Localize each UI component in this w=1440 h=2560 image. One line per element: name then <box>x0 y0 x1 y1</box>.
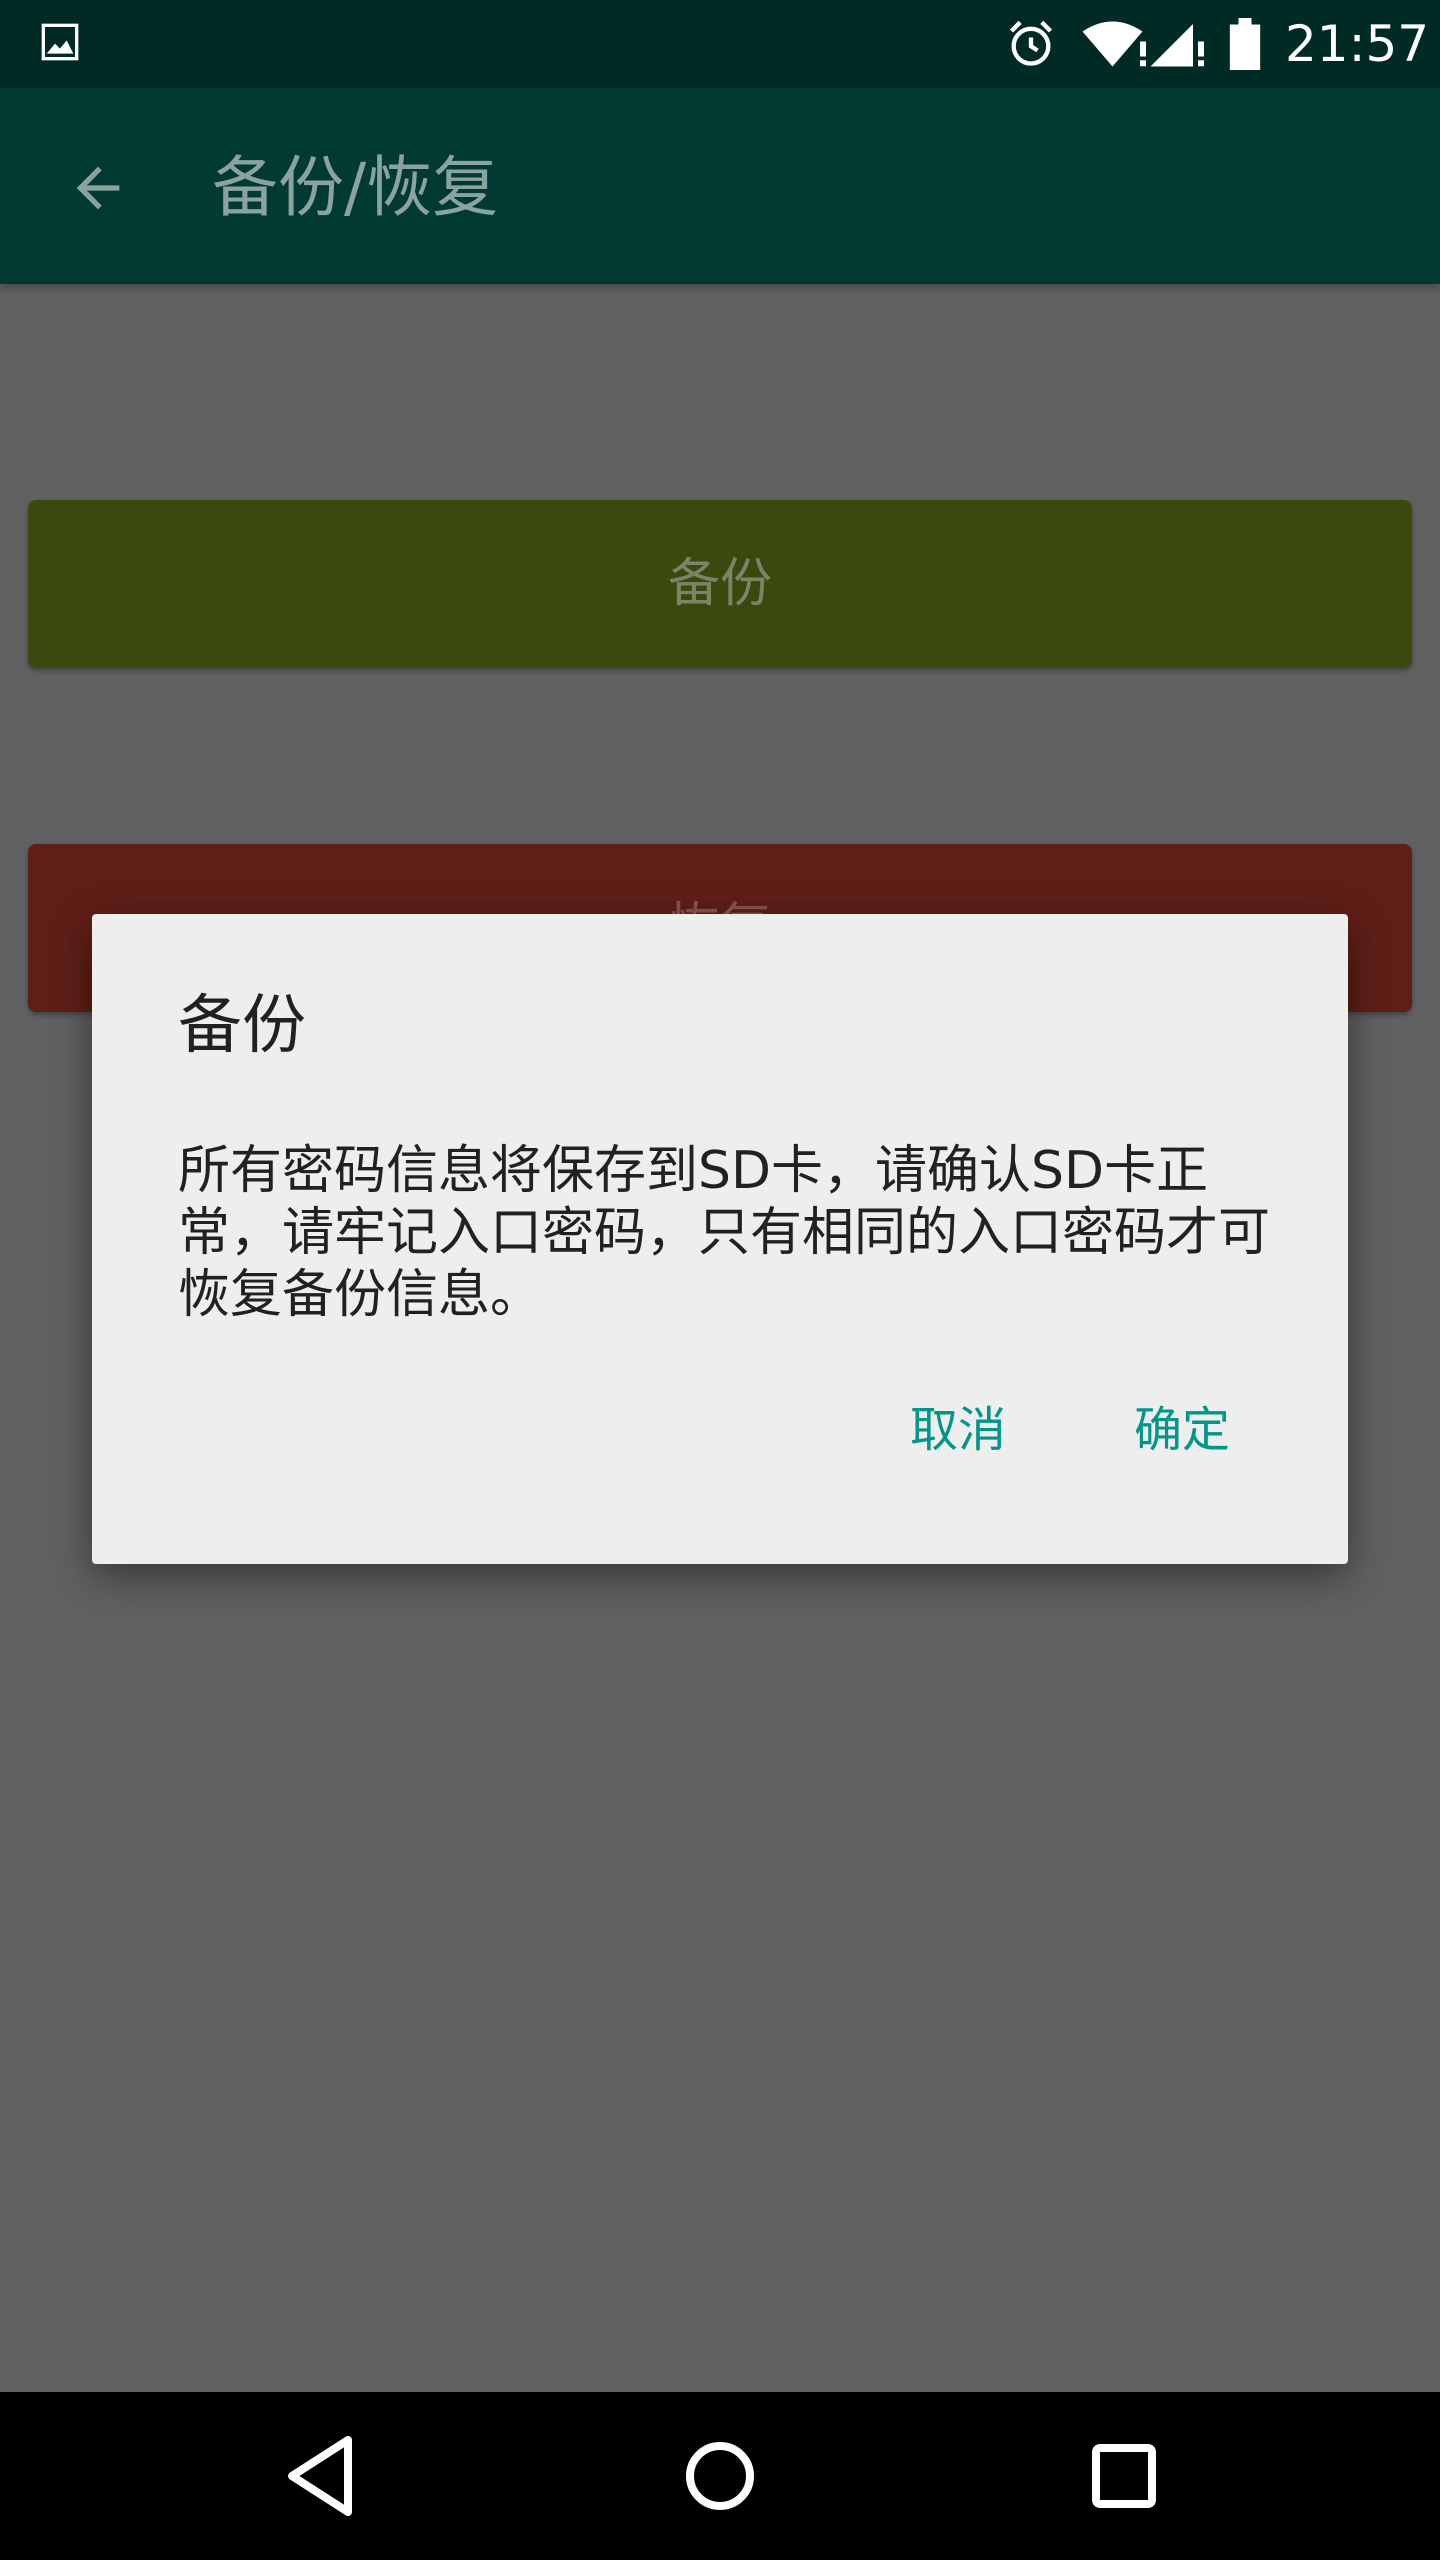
dialog-message: 所有密码信息将保存到SD卡，请确认SD卡正常，请牢记入口密码，只有相同的入口密码… <box>178 1141 1271 1325</box>
battery-icon <box>1229 18 1261 70</box>
backup-confirm-dialog: 备份 所有密码信息将保存到SD卡，请确认SD卡正常，请牢记入口密码，只有相同的入… <box>92 914 1348 1564</box>
navigation-bar <box>0 2392 1440 2560</box>
nav-back-icon[interactable] <box>280 2432 360 2520</box>
back-arrow-icon[interactable] <box>66 156 130 220</box>
app-toolbar: 备份/恢复 <box>0 88 1440 284</box>
status-bar: 21:57 <box>0 0 1440 88</box>
dialog-title: 备份 <box>178 989 306 1063</box>
status-time: 21:57 <box>1285 15 1430 73</box>
nav-recents-icon[interactable] <box>1084 2432 1164 2520</box>
alarm-icon <box>1009 20 1053 66</box>
wifi-icon <box>1082 21 1146 67</box>
cancel-button[interactable]: 取消 <box>902 1394 1014 1466</box>
backup-button[interactable]: 备份 <box>28 500 1412 668</box>
page-title: 备份/恢复 <box>212 149 499 226</box>
signal-icon <box>1150 24 1204 67</box>
confirm-button[interactable]: 确定 <box>1126 1394 1238 1466</box>
image-notification-icon <box>41 23 79 61</box>
nav-home-icon[interactable] <box>680 2432 760 2520</box>
